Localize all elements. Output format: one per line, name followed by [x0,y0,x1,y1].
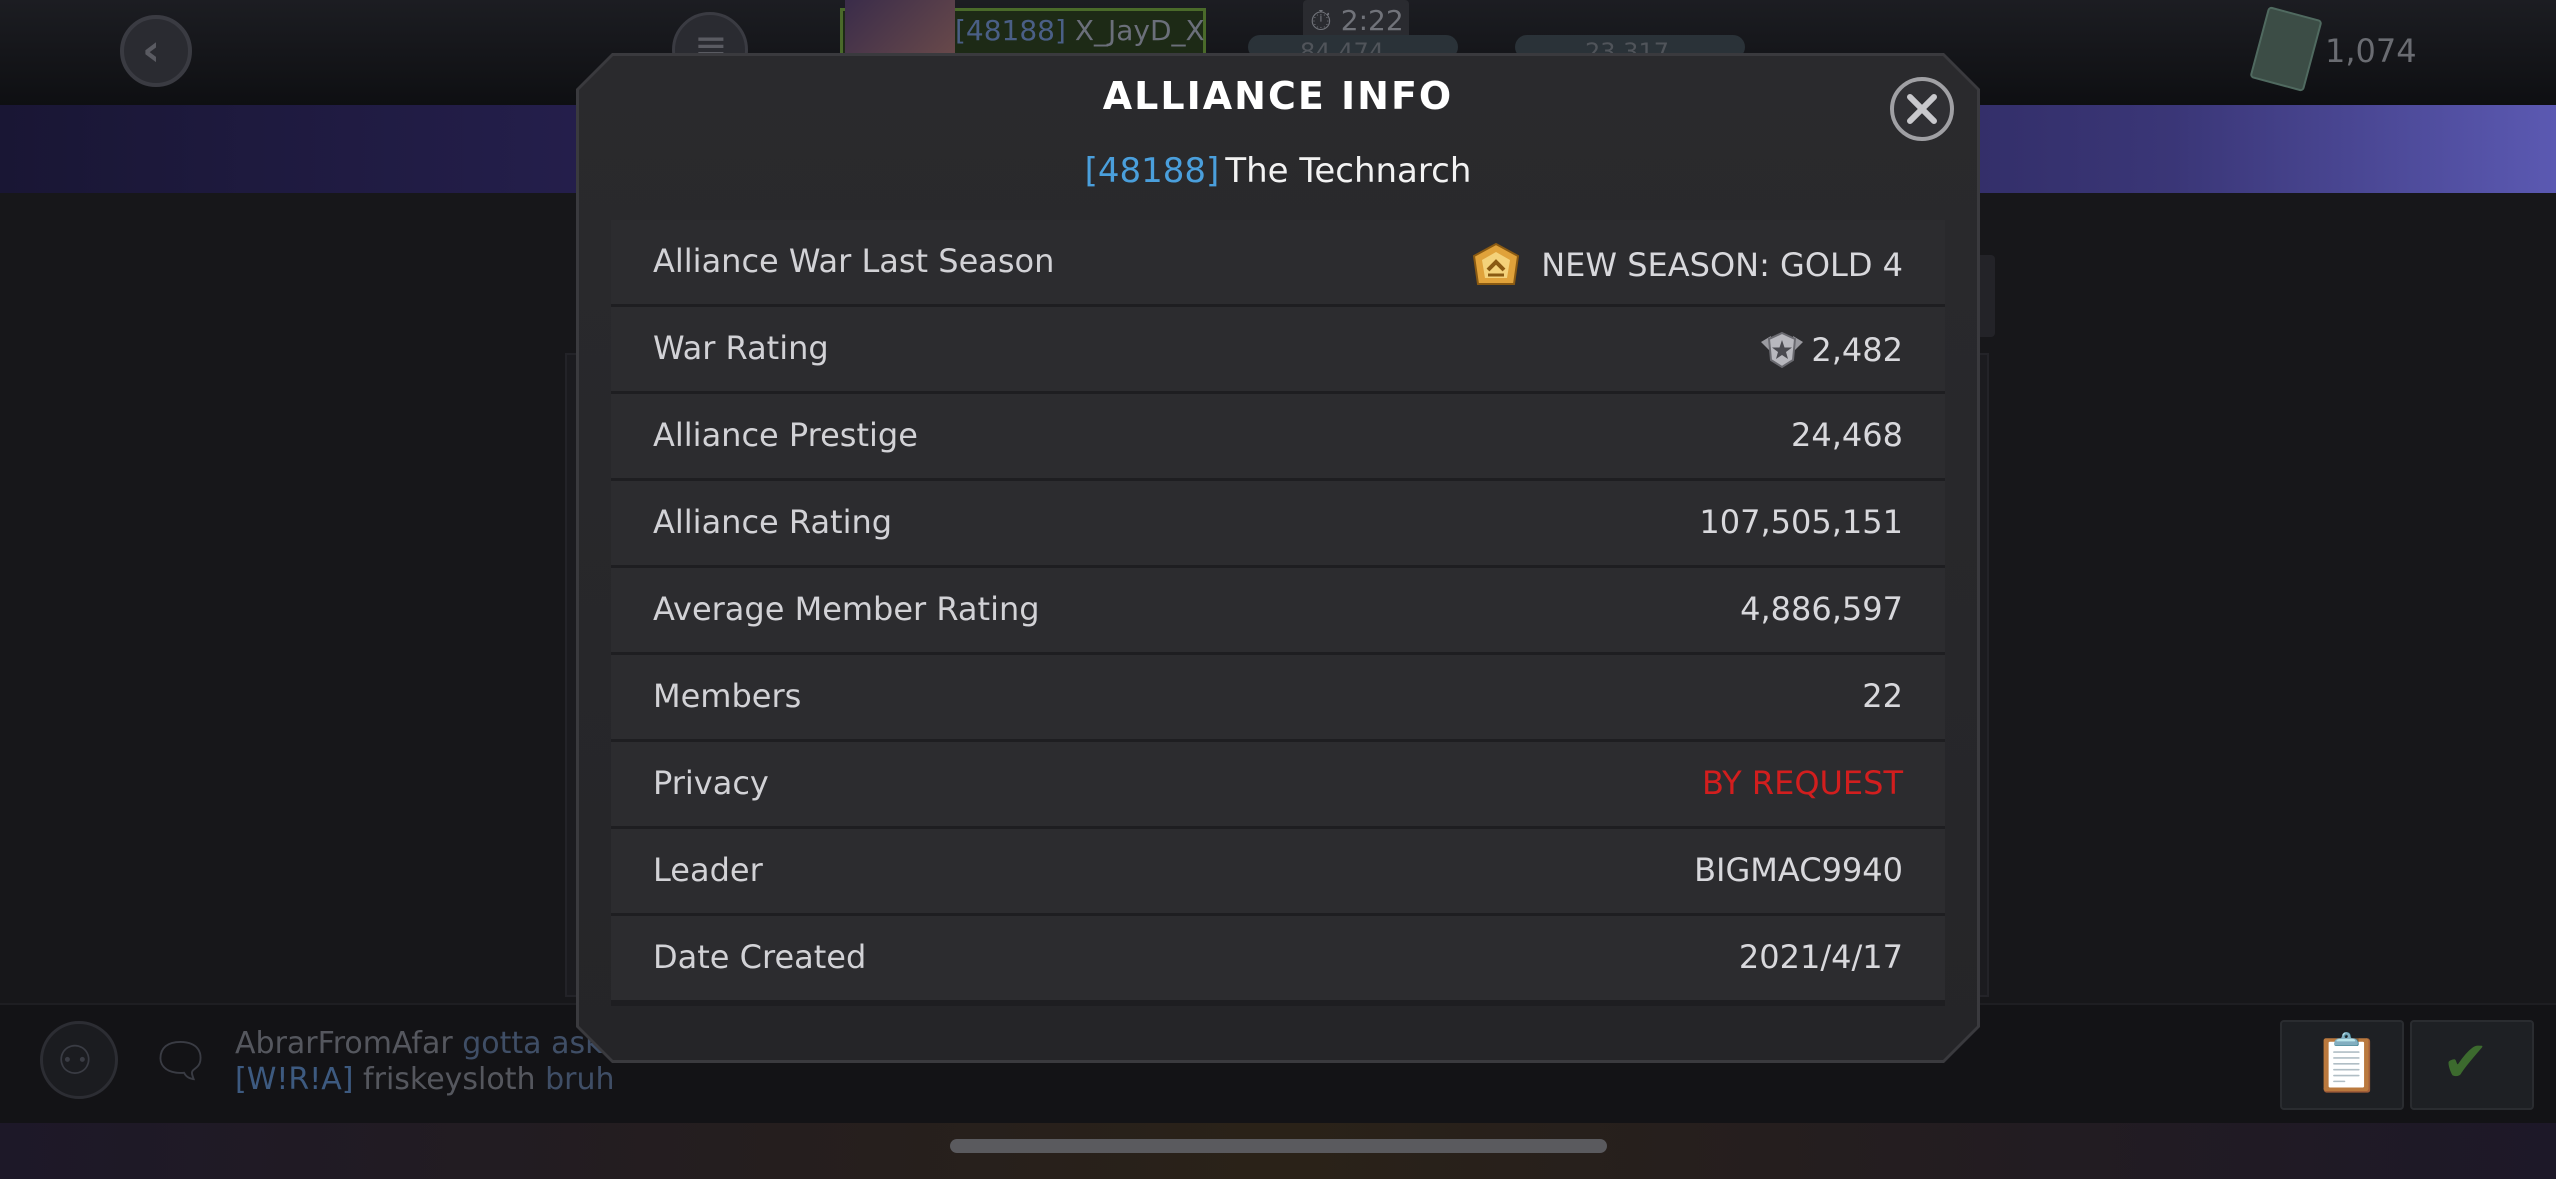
stopwatch-icon: ⏱ [1310,4,1332,37]
info-row-date-created: Date Created 2021/4/17 [611,916,1945,1000]
chat-bubble-icon[interactable]: 🗨 [150,1032,211,1089]
info-row-prestige: Alliance Prestige 24,468 [611,394,1945,478]
player-avatar [845,0,955,60]
alliance-info-table: Alliance War Last Season NEW SEASON: GOL… [611,220,1945,1006]
clipboard-icon: 📋 [2312,1031,2382,1096]
row-value: 22 [1862,677,1903,715]
row-label: Average Member Rating [653,590,1040,628]
chat-message: AbrarFromAfar gotta ask [235,1026,602,1061]
info-row-alliance-rating: Alliance Rating 107,505,151 [611,481,1945,565]
row-label: Privacy [653,764,769,802]
row-value: NEW SEASON: GOLD 4 [1471,242,1903,288]
close-icon [1907,94,1937,124]
chat-message: [W!R!A] friskeysloth bruh [235,1062,614,1097]
alliance-chat-button[interactable]: ⚇ [40,1021,118,1099]
row-value: 24,468 [1791,416,1903,454]
row-value: 2021/4/17 [1738,938,1903,976]
leader-value[interactable]: BIGMAC9940 [1694,851,1903,889]
info-row-war-season: Alliance War Last Season NEW SEASON: GOL… [611,220,1945,304]
alliance-tag: [48188] [1084,151,1220,191]
close-button[interactable] [1890,77,1954,141]
alliance-name-text: The Technarch [1225,151,1472,191]
row-value: 107,505,151 [1699,503,1903,541]
info-row-leader: Leader BIGMAC9940 [611,829,1945,913]
back-button[interactable]: ‹ [120,15,192,87]
back-arrow-icon: ‹ [142,25,161,76]
player-name-text: X_JayD_X [1074,14,1205,47]
row-value: 2,482 [1759,329,1903,370]
clipboard-button[interactable]: 📋 [2280,1020,2404,1110]
timer-text: 2:22 [1340,4,1404,37]
info-row-privacy: Privacy BY REQUEST [611,742,1945,826]
row-label: Alliance Rating [653,503,893,541]
war-rating-icon [1761,331,1804,369]
war-rating-value: 2,482 [1811,331,1903,369]
privacy-value: BY REQUEST [1701,764,1903,802]
player-name: [48188] X_JayD_X [955,14,1205,47]
group-icon: ⚇ [57,1038,93,1084]
alliance-name: [48188] The Technarch [576,151,1980,191]
confirm-button[interactable]: ✔ [2410,1020,2534,1110]
war-season-value: NEW SEASON: GOLD 4 [1541,246,1903,284]
row-label: Alliance Prestige [653,416,918,454]
gold-tier-icon [1473,242,1520,285]
timer: ⏱ 2:22 [1310,4,1404,38]
player-tag: [48188] [955,14,1066,47]
info-row-members: Members 22 [611,655,1945,739]
modal-title: ALLIANCE INFO [1102,74,1454,118]
info-row-average-member-rating: Average Member Rating 4,886,597 [611,568,1945,652]
chat-user: AbrarFromAfar [235,1026,453,1061]
checkmark-icon: ✔ [2442,1030,2489,1095]
home-indicator[interactable] [950,1139,1607,1153]
row-label: Alliance War Last Season [653,242,1055,280]
units-value: 1,074 [2325,32,2417,70]
chat-alliance-tag: [W!R!A] [235,1062,354,1097]
chat-user: friskeysloth [363,1062,536,1097]
info-row-war-rating: War Rating 2,482 [611,307,1945,391]
row-label: Leader [653,851,763,889]
row-value: 4,886,597 [1740,590,1903,628]
row-label: War Rating [653,329,829,367]
row-label: Date Created [653,938,867,976]
row-label: Members [653,677,802,715]
chat-text: bruh [545,1062,615,1097]
